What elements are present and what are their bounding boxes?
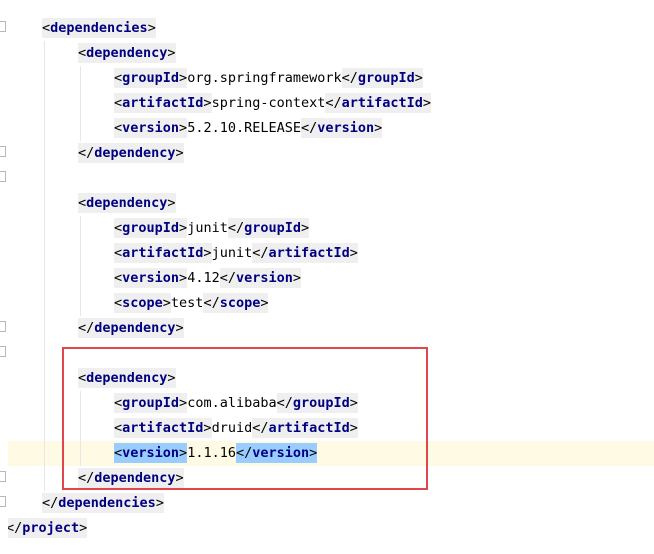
- line-content: </dependency>: [78, 466, 184, 491]
- code-line[interactable]: <groupId>com.alibaba</groupId>: [0, 391, 654, 416]
- line-content: <artifactId>druid</artifactId>: [114, 416, 358, 441]
- open-tag[interactable]: <version>: [114, 268, 188, 288]
- line-content: <dependencies>: [42, 16, 156, 41]
- element-value[interactable]: junit: [212, 245, 253, 261]
- editor-gutter: [0, 0, 8, 554]
- code-line[interactable]: <groupId>org.springframework</groupId>: [0, 66, 654, 91]
- code-line[interactable]: <dependency>: [0, 41, 654, 66]
- element-value[interactable]: junit: [187, 220, 228, 236]
- code-line[interactable]: [0, 166, 654, 191]
- indent-guide: [44, 41, 45, 491]
- indent-guide: [80, 66, 81, 141]
- close-tag[interactable]: </artifactId>: [252, 243, 358, 263]
- close-tag[interactable]: </dependency>: [78, 468, 184, 488]
- fold-marker-icon[interactable]: [0, 471, 6, 482]
- element-value[interactable]: test: [171, 295, 204, 311]
- line-content: <groupId>junit</groupId>: [114, 216, 310, 241]
- code-line[interactable]: <version>1.1.16</version>: [0, 441, 654, 466]
- fold-marker-icon[interactable]: [0, 496, 6, 507]
- element-value[interactable]: 1.1.16: [187, 445, 236, 461]
- close-tag[interactable]: </version>: [219, 268, 302, 288]
- close-tag[interactable]: </artifactId>: [252, 418, 358, 438]
- code-line[interactable]: <artifactId>druid</artifactId>: [0, 416, 654, 441]
- code-line[interactable]: <groupId>junit</groupId>: [0, 216, 654, 241]
- line-content: </dependencies>: [42, 491, 164, 516]
- code-line[interactable]: <artifactId>spring-context</artifactId>: [0, 91, 654, 116]
- element-value[interactable]: com.alibaba: [187, 395, 276, 411]
- open-tag[interactable]: <artifactId>: [114, 418, 212, 438]
- line-content: <version>1.1.16</version>: [114, 441, 318, 466]
- close-tag[interactable]: </scope>: [203, 293, 269, 313]
- close-tag[interactable]: </version>: [300, 118, 383, 138]
- open-tag[interactable]: <version>: [114, 118, 188, 138]
- close-tag[interactable]: </dependency>: [78, 143, 184, 163]
- code-line[interactable]: </project>: [0, 516, 654, 541]
- close-tag[interactable]: </dependencies>: [42, 493, 164, 513]
- element-value[interactable]: org.springframework: [187, 70, 341, 86]
- fold-marker-icon[interactable]: [0, 321, 6, 332]
- code-line[interactable]: <scope>test</scope>: [0, 291, 654, 316]
- close-tag[interactable]: </groupId>: [341, 68, 423, 88]
- code-line[interactable]: </dependencies>: [0, 491, 654, 516]
- line-content: <artifactId>junit</artifactId>: [114, 241, 358, 266]
- open-tag[interactable]: <groupId>: [114, 393, 188, 413]
- line-content: </dependency>: [78, 316, 184, 341]
- close-tag[interactable]: </groupId>: [276, 393, 358, 413]
- open-tag[interactable]: <artifactId>: [114, 243, 212, 263]
- open-tag[interactable]: <version>: [114, 443, 188, 463]
- line-content: <dependency>: [78, 41, 176, 66]
- line-content: <version>4.12</version>: [114, 266, 302, 291]
- open-tag[interactable]: <dependency>: [78, 43, 176, 63]
- line-content: <scope>test</scope>: [114, 291, 269, 316]
- code-line[interactable]: <version>4.12</version>: [0, 266, 654, 291]
- open-tag[interactable]: <dependency>: [78, 193, 176, 213]
- line-content: <dependency>: [78, 191, 176, 216]
- indent-guide: [80, 391, 81, 466]
- element-value[interactable]: spring-context: [212, 95, 326, 111]
- code-line[interactable]: </dependency>: [0, 141, 654, 166]
- line-content: <artifactId>spring-context</artifactId>: [114, 91, 432, 116]
- line-content: </dependency>: [78, 141, 184, 166]
- fold-marker-icon[interactable]: [0, 146, 6, 157]
- code-line[interactable]: </dependency>: [0, 466, 654, 491]
- line-content: <dependency>: [78, 366, 176, 391]
- element-value[interactable]: 5.2.10.RELEASE: [187, 120, 301, 136]
- close-tag[interactable]: </dependency>: [78, 318, 184, 338]
- close-tag[interactable]: </artifactId>: [325, 93, 432, 113]
- open-tag[interactable]: <dependency>: [78, 368, 176, 388]
- open-tag[interactable]: <scope>: [114, 293, 171, 313]
- open-tag[interactable]: <groupId>: [114, 218, 188, 238]
- code-line[interactable]: <version>5.2.10.RELEASE</version>: [0, 116, 654, 141]
- open-tag[interactable]: <dependencies>: [42, 18, 156, 38]
- code-line[interactable]: <dependency>: [0, 366, 654, 391]
- code-line[interactable]: <dependencies>: [0, 16, 654, 41]
- code-line[interactable]: <dependency>: [0, 191, 654, 216]
- fold-marker-icon[interactable]: [0, 21, 6, 32]
- code-line[interactable]: [0, 341, 654, 366]
- element-value[interactable]: druid: [212, 420, 253, 436]
- code-line[interactable]: <artifactId>junit</artifactId>: [0, 241, 654, 266]
- open-tag[interactable]: <groupId>: [114, 68, 188, 88]
- indent-guide: [80, 216, 81, 316]
- code-line[interactable]: </dependency>: [0, 316, 654, 341]
- fold-marker-icon[interactable]: [0, 171, 6, 182]
- line-content: <version>5.2.10.RELEASE</version>: [114, 116, 383, 141]
- line-content: </project>: [6, 516, 88, 541]
- line-content: <groupId>org.springframework</groupId>: [114, 66, 423, 91]
- close-tag[interactable]: </project>: [6, 518, 88, 538]
- close-tag[interactable]: </version>: [235, 443, 318, 463]
- fold-marker-icon[interactable]: [0, 346, 6, 357]
- element-value[interactable]: 4.12: [187, 270, 220, 286]
- close-tag[interactable]: </groupId>: [227, 218, 310, 238]
- line-content: <groupId>com.alibaba</groupId>: [114, 391, 358, 416]
- open-tag[interactable]: <artifactId>: [114, 93, 212, 113]
